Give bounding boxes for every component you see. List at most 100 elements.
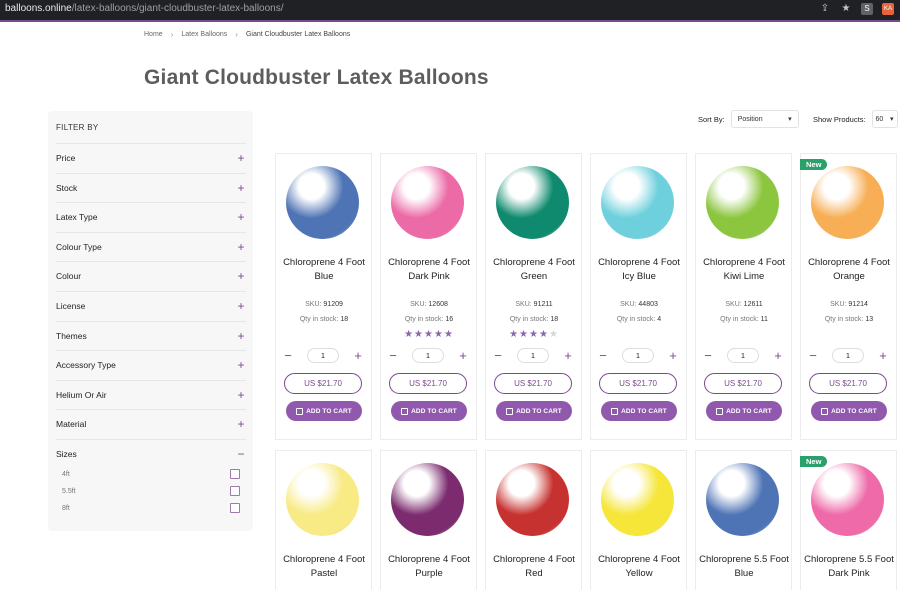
- product-card[interactable]: Chloroprene 4 Foot Blue SKU: 91209 Qty in …: [275, 153, 372, 440]
- profile-avatar[interactable]: KA: [882, 3, 894, 15]
- quantity-input[interactable]: 1: [832, 348, 864, 363]
- star-icon: ★: [509, 329, 520, 340]
- filter-label: License: [56, 301, 86, 311]
- filter-license[interactable]: License +: [56, 291, 246, 320]
- filter-label: Price: [56, 153, 76, 163]
- product-sku: SKU: 91214: [803, 301, 895, 308]
- product-card[interactable]: New Chloroprene 5.5 Foot Dark Pink: [800, 450, 897, 590]
- sku-value: 91214: [848, 301, 868, 308]
- product-image[interactable]: [706, 463, 779, 536]
- product-image[interactable]: [811, 166, 884, 239]
- show-products-select[interactable]: 60 ▾: [871, 110, 898, 128]
- filter-latex-type[interactable]: Latex Type +: [56, 202, 246, 231]
- extension-icon[interactable]: S: [861, 3, 873, 15]
- filter-accessory-type[interactable]: Accessory Type +: [56, 350, 246, 379]
- add-to-cart-button[interactable]: ADD TO CART: [601, 401, 677, 421]
- breadcrumb-home[interactable]: Home: [144, 31, 163, 38]
- product-image[interactable]: [496, 166, 569, 239]
- decrease-button[interactable]: −: [387, 348, 399, 363]
- decrease-button[interactable]: −: [702, 348, 714, 363]
- product-image[interactable]: [286, 166, 359, 239]
- increase-button[interactable]: +: [877, 348, 889, 363]
- add-to-cart-button[interactable]: ADD TO CART: [706, 401, 782, 421]
- filter-material[interactable]: Material +: [56, 409, 246, 438]
- product-name[interactable]: Chloroprene 4 Foot Green: [488, 256, 580, 284]
- quantity-input[interactable]: 1: [517, 348, 549, 363]
- product-card[interactable]: Chloroprene 4 Foot Pastel: [275, 450, 372, 590]
- product-name[interactable]: Chloroprene 4 Foot Blue: [278, 256, 370, 284]
- product-image[interactable]: [706, 166, 779, 239]
- product-image[interactable]: [601, 166, 674, 239]
- product-image[interactable]: [811, 463, 884, 536]
- size-option-4ft[interactable]: 4ft: [62, 469, 240, 479]
- filter-colour-type[interactable]: Colour Type +: [56, 231, 246, 261]
- product-image[interactable]: [391, 166, 464, 239]
- quantity-input[interactable]: 1: [412, 348, 444, 363]
- price-button[interactable]: US $21.70: [494, 373, 572, 394]
- increase-button[interactable]: +: [562, 348, 574, 363]
- size-checkbox[interactable]: [230, 486, 240, 496]
- filter-themes[interactable]: Themes +: [56, 320, 246, 350]
- size-checkbox[interactable]: [230, 503, 240, 513]
- product-image[interactable]: [391, 463, 464, 536]
- quantity-input[interactable]: 1: [307, 348, 339, 363]
- size-option-8ft[interactable]: 8ft: [62, 503, 240, 513]
- add-to-cart-button[interactable]: ADD TO CART: [496, 401, 572, 421]
- bookmark-star-icon[interactable]: ★: [840, 3, 852, 15]
- quantity-input[interactable]: 1: [727, 348, 759, 363]
- star-icon: ★: [414, 329, 425, 340]
- price-button[interactable]: US $21.70: [809, 373, 887, 394]
- address-bar[interactable]: balloons.online/latex-balloons/giant-clo…: [5, 3, 284, 14]
- size-label: 4ft: [62, 470, 70, 478]
- product-image[interactable]: [286, 463, 359, 536]
- share-icon[interactable]: ⇪: [819, 3, 831, 15]
- increase-button[interactable]: +: [772, 348, 784, 363]
- increase-button[interactable]: +: [457, 348, 469, 363]
- filter-price[interactable]: Price +: [56, 143, 246, 172]
- stock-label: Qty in stock:: [616, 316, 656, 323]
- sort-select[interactable]: Position ▾: [730, 110, 799, 128]
- price-button[interactable]: US $21.70: [284, 373, 362, 394]
- filter-label: Colour: [56, 271, 82, 282]
- quantity-input[interactable]: 1: [622, 348, 654, 363]
- decrease-button[interactable]: −: [492, 348, 504, 363]
- add-to-cart-button[interactable]: ADD TO CART: [391, 401, 467, 421]
- product-card[interactable]: Chloroprene 4 Foot Green SKU: 91211 Qty in…: [485, 153, 582, 440]
- product-name[interactable]: Chloroprene 4 Foot Kiwi Lime: [698, 256, 790, 284]
- increase-button[interactable]: +: [352, 348, 364, 363]
- filter-colour[interactable]: Colour +: [56, 261, 246, 290]
- product-card[interactable]: Chloroprene 4 Foot Red: [485, 450, 582, 590]
- product-name[interactable]: Chloroprene 4 Foot Icy Blue: [593, 256, 685, 284]
- product-stock: Qty in stock: 18: [488, 316, 580, 323]
- size-option-5.5ft[interactable]: 5.5ft: [62, 486, 240, 496]
- add-to-cart-button[interactable]: ADD TO CART: [286, 401, 362, 421]
- shopping-bag-icon: [401, 407, 409, 415]
- breadcrumb-latex-balloons[interactable]: Latex Balloons: [181, 31, 227, 38]
- price-button[interactable]: US $21.70: [599, 373, 677, 394]
- size-checkbox[interactable]: [230, 469, 240, 479]
- product-card[interactable]: New Chloroprene 4 Foot Orange SKU: 91214 Qt…: [800, 153, 897, 440]
- filter-helium-or-air[interactable]: Helium Or Air +: [56, 379, 246, 409]
- filter-label: Sizes: [56, 449, 77, 459]
- product-name[interactable]: Chloroprene 4 Foot Orange: [803, 256, 895, 284]
- decrease-button[interactable]: −: [597, 348, 609, 363]
- product-image[interactable]: [601, 463, 674, 536]
- filter-stock[interactable]: Stock +: [56, 172, 246, 202]
- product-name[interactable]: Chloroprene 4 Foot Dark Pink: [383, 256, 475, 284]
- price-button[interactable]: US $21.70: [389, 373, 467, 394]
- price-button[interactable]: US $21.70: [704, 373, 782, 394]
- product-card[interactable]: Chloroprene 4 Foot Dark Pink SKU: 12608 Qt…: [380, 153, 477, 440]
- add-to-cart-button[interactable]: ADD TO CART: [811, 401, 887, 421]
- star-icon: ★: [538, 329, 549, 340]
- product-card[interactable]: Chloroprene 4 Foot Icy Blue SKU: 44803 Qty…: [590, 153, 687, 440]
- increase-button[interactable]: +: [667, 348, 679, 363]
- product-image[interactable]: [496, 463, 569, 536]
- filter-sizes[interactable]: Sizes −: [56, 439, 246, 468]
- decrease-button[interactable]: −: [807, 348, 819, 363]
- product-card[interactable]: Chloroprene 4 Foot Purple: [380, 450, 477, 590]
- decrease-button[interactable]: −: [282, 348, 294, 363]
- product-card[interactable]: Chloroprene 4 Foot Yellow: [590, 450, 687, 590]
- product-card[interactable]: Chloroprene 4 Foot Kiwi Lime SKU: 12611 Qt…: [695, 153, 792, 440]
- product-card[interactable]: Chloroprene 5.5 Foot Blue: [695, 450, 792, 590]
- stock-value: 4: [657, 316, 662, 323]
